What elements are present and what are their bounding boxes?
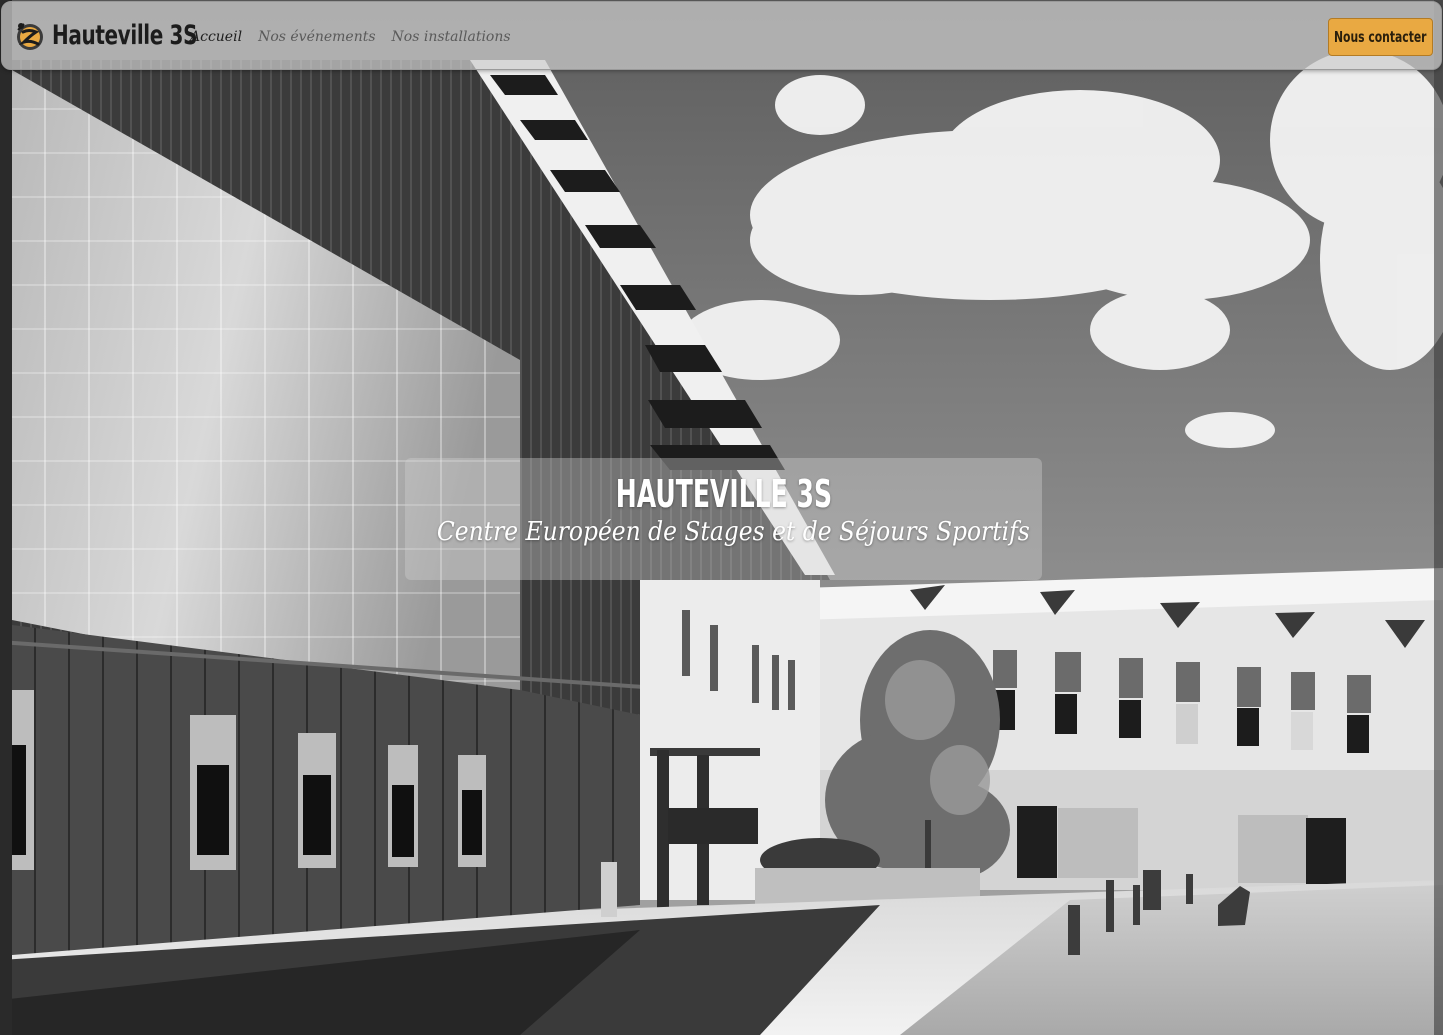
hero-caption: HAUTEVILLE 3S Centre Européen de Stages … [405,458,1042,580]
nav-link-accueil[interactable]: Accueil [190,29,242,45]
hero-title: HAUTEVILLE 3S [615,472,832,516]
main-nav: Accueil Nos événements Nos installations [190,2,527,71]
nav-link-installations[interactable]: Nos installations [392,29,511,45]
brand-name: Hauteville 3S [52,20,198,51]
contact-button[interactable]: Nous contacter [1328,18,1433,56]
contact-button-label: Nous contacter [1334,28,1427,46]
sports-emblem-icon [17,22,43,50]
nav-link-evenements[interactable]: Nos événements [258,29,375,45]
hero-subtitle: Centre Européen de Stages et de Séjours … [436,517,1030,547]
top-navbar: Hauteville 3S Accueil Nos événements Nos… [1,1,1442,70]
